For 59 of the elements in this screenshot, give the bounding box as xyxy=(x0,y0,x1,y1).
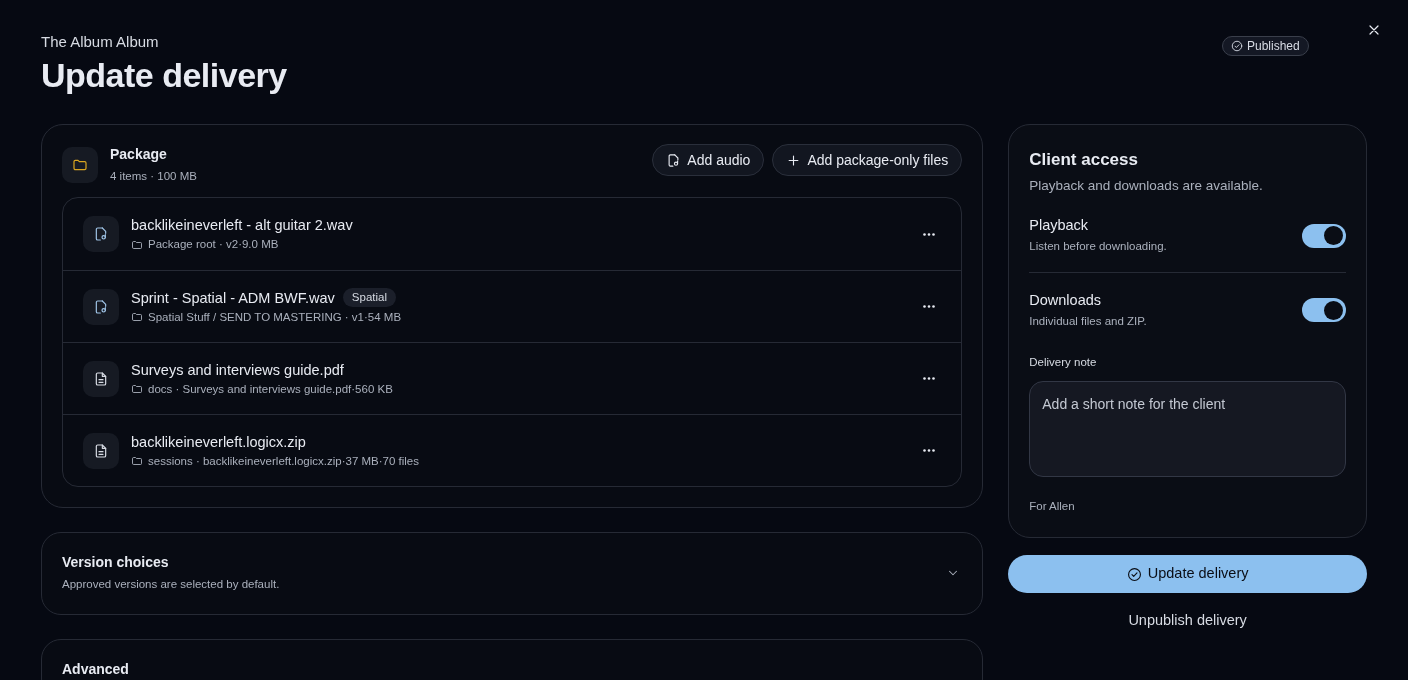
toggle-switch[interactable] xyxy=(1302,223,1346,248)
check-circle-icon xyxy=(1126,566,1142,582)
page-subtitle: The Album Album xyxy=(41,32,159,52)
toggle-hint: Listen before downloading. xyxy=(1029,239,1167,255)
folder-icon xyxy=(131,455,143,468)
file-name: backlikeineverleft.logicx.zip xyxy=(131,432,306,452)
folder-icon xyxy=(62,147,98,184)
add-files-button[interactable]: Add package-only files xyxy=(772,144,963,177)
status-badge: Published xyxy=(1222,36,1309,56)
card-description: Playback and downloads are available. xyxy=(1029,177,1264,195)
plus-icon xyxy=(786,152,802,168)
card-title: Client access xyxy=(1029,149,1139,171)
more-button[interactable] xyxy=(923,449,936,453)
audio-file-icon xyxy=(93,226,109,243)
more-icon xyxy=(923,377,936,381)
more-button[interactable] xyxy=(923,305,936,309)
update-delivery-button[interactable]: Update delivery xyxy=(1008,555,1367,594)
unpublish-button[interactable]: Unpublish delivery xyxy=(1128,609,1247,634)
audio-file-icon xyxy=(93,298,109,315)
section-card[interactable]: Advanced xyxy=(41,638,984,680)
toggle-label: Downloads xyxy=(1029,290,1103,309)
file-meta: Spatial Stuff / SEND TO MASTERING · v1·54 MB xyxy=(148,309,402,325)
file-name: Surveys and interviews guide.pdf xyxy=(131,360,344,380)
field-label: Delivery note xyxy=(1029,354,1098,370)
toggle-hint: Individual files and ZIP. xyxy=(1029,313,1147,329)
document-icon xyxy=(93,442,109,459)
file-name: backlikeineverleft - alt guitar 2.wav xyxy=(131,216,353,236)
recipient-text: For Allen xyxy=(1029,499,1076,514)
folder-icon xyxy=(131,383,143,396)
add-audio-button[interactable]: Add audio xyxy=(652,144,765,177)
more-icon xyxy=(923,305,936,309)
file-row[interactable]: Sprint - Spatial - ADM BWF.wav Spatial Spatial Stuff / SEND TO MASTERING · v1·54 MB xyxy=(63,270,962,343)
file-row[interactable]: backlikeineverleft - alt guitar 2.wav Package root · v2·9.0 MB xyxy=(63,198,962,271)
document-icon xyxy=(93,370,109,387)
delivery-note-field[interactable]: Add a short note for the client xyxy=(1029,381,1346,477)
section-title: Version choices xyxy=(62,553,170,572)
package-summary: 4 items · 100 MB xyxy=(110,169,197,184)
toggle-label: Playback xyxy=(1029,216,1090,235)
file-meta: Package root · v2·9.0 MB xyxy=(148,237,279,253)
more-icon xyxy=(923,449,936,453)
file-name: Sprint - Spatial - ADM BWF.wav xyxy=(131,288,335,308)
section-description: Approved versions are selected by default. xyxy=(62,577,280,593)
page-title: Update delivery xyxy=(41,55,287,96)
package-title: Package xyxy=(110,145,168,163)
folder-icon xyxy=(131,311,143,324)
folder-icon xyxy=(131,238,143,251)
more-icon xyxy=(923,232,936,236)
check-circle-icon xyxy=(1231,40,1243,52)
more-button[interactable] xyxy=(923,377,936,381)
audio-file-icon xyxy=(666,152,682,168)
toggle-switch[interactable] xyxy=(1302,298,1346,323)
file-tag: Spatial xyxy=(342,288,397,308)
file-meta: docs · Surveys and interviews guide.pdf·560 KB xyxy=(148,381,393,397)
section-card[interactable]: Version choices Approved versions are selected by default. xyxy=(41,532,984,615)
file-row[interactable]: Surveys and interviews guide.pdf docs · Surveys and interviews guide.pdf·560 KB xyxy=(63,342,962,415)
file-meta: sessions · backlikeineverleft.logicx.zip·37 MB·70 files xyxy=(148,453,419,469)
file-row[interactable]: backlikeineverleft.logicx.zip sessions · backlikeineverleft.logicx.zip·37 MB·70 files xyxy=(63,414,962,487)
more-button[interactable] xyxy=(923,232,936,236)
section-title: Advanced xyxy=(62,659,129,678)
